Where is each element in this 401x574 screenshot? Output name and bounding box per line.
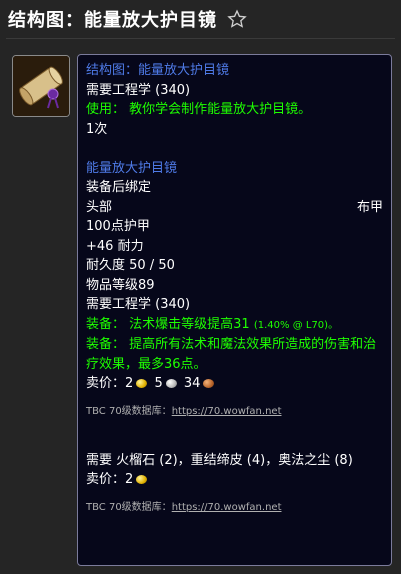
source-label: TBC 70级数据库： bbox=[86, 405, 172, 417]
silver-coin-icon bbox=[165, 379, 177, 388]
page-title: 结构图：能量放大护目镜 bbox=[8, 10, 217, 31]
item-tooltip: 结构图：能量放大护目镜 需要工程学 (340) 使用： 教你学会制作能量放大护目… bbox=[77, 54, 392, 566]
source-link[interactable]: https://70.wowfan.net bbox=[172, 406, 282, 417]
item-slot: 头部 bbox=[86, 199, 113, 215]
item-stamina: +46 耐力 bbox=[86, 238, 144, 254]
equip-2-label: 装备： bbox=[86, 337, 126, 352]
item-armor-type: 布甲 bbox=[356, 199, 383, 215]
recipe-name[interactable]: 结构图：能量放大护目镜 bbox=[86, 61, 383, 81]
item-name[interactable]: 能量放大护目镜 bbox=[86, 159, 383, 179]
item-armor: 100点护甲 bbox=[86, 219, 150, 234]
item-sell-price: 卖价：2 5 34 bbox=[86, 374, 383, 394]
reagents-sell-gold: 2 bbox=[125, 472, 134, 487]
reagents-source-link[interactable]: https://70.wowfan.net bbox=[172, 502, 282, 513]
reagents-source-label: TBC 70级数据库： bbox=[86, 501, 172, 513]
equip-1-label: 装备： bbox=[86, 316, 126, 332]
sell-gold: 2 bbox=[125, 376, 134, 391]
reagents-sell-price: 卖价：2 bbox=[86, 470, 383, 490]
gold-coin-icon bbox=[136, 475, 148, 484]
item-equip-2: 装备： 提高所有法术和魔法效果所造成的伤害和治疗效果，最多36点。 bbox=[86, 335, 383, 374]
star-outline-icon[interactable] bbox=[227, 9, 247, 29]
header-divider bbox=[6, 38, 395, 39]
reagents-text: 需要 火榴石 (2)，重结缔皮 (4)，奥法之尘 (8) bbox=[86, 452, 353, 468]
item-slot-row: 头部 布甲 bbox=[86, 198, 383, 218]
item-level: 物品等级89 bbox=[86, 277, 155, 293]
gold-coin-icon bbox=[136, 379, 148, 388]
item-source: TBC 70级数据库：https://70.wowfan.net bbox=[86, 402, 383, 422]
recipe-scroll-icon[interactable] bbox=[12, 55, 70, 117]
equip-1-note: (1.40% @ L70)。 bbox=[253, 319, 339, 331]
sell-label: 卖价： bbox=[86, 376, 126, 391]
copper-coin-icon bbox=[203, 379, 215, 388]
sell-copper: 34 bbox=[183, 376, 201, 391]
recipe-req-skill: 需要工程学 (340) bbox=[86, 82, 191, 98]
recipe-use-text: 使用： 教你学会制作能量放大护目镜。 bbox=[86, 102, 312, 117]
item-equip-1: 装备： 法术爆击等级提高31 (1.40% @ L70)。 bbox=[86, 315, 383, 336]
item-bind: 装备后绑定 bbox=[86, 180, 152, 195]
item-req-skill: 需要工程学 (340) bbox=[86, 297, 191, 312]
item-durability: 耐久度 50 / 50 bbox=[86, 258, 175, 273]
equip-2-text: 提高所有法术和魔法效果所造成的伤害和治疗效果，最多36点。 bbox=[86, 337, 377, 372]
equip-1-text: 法术爆击等级提高31 bbox=[129, 316, 250, 332]
recipe-charges: 1次 bbox=[86, 121, 108, 137]
page-header: 结构图：能量放大护目镜 bbox=[8, 4, 247, 34]
reagents-sell-label: 卖价： bbox=[86, 472, 126, 487]
reagents-source: TBC 70级数据库：https://70.wowfan.net bbox=[86, 498, 383, 518]
sell-silver: 5 bbox=[154, 376, 163, 391]
